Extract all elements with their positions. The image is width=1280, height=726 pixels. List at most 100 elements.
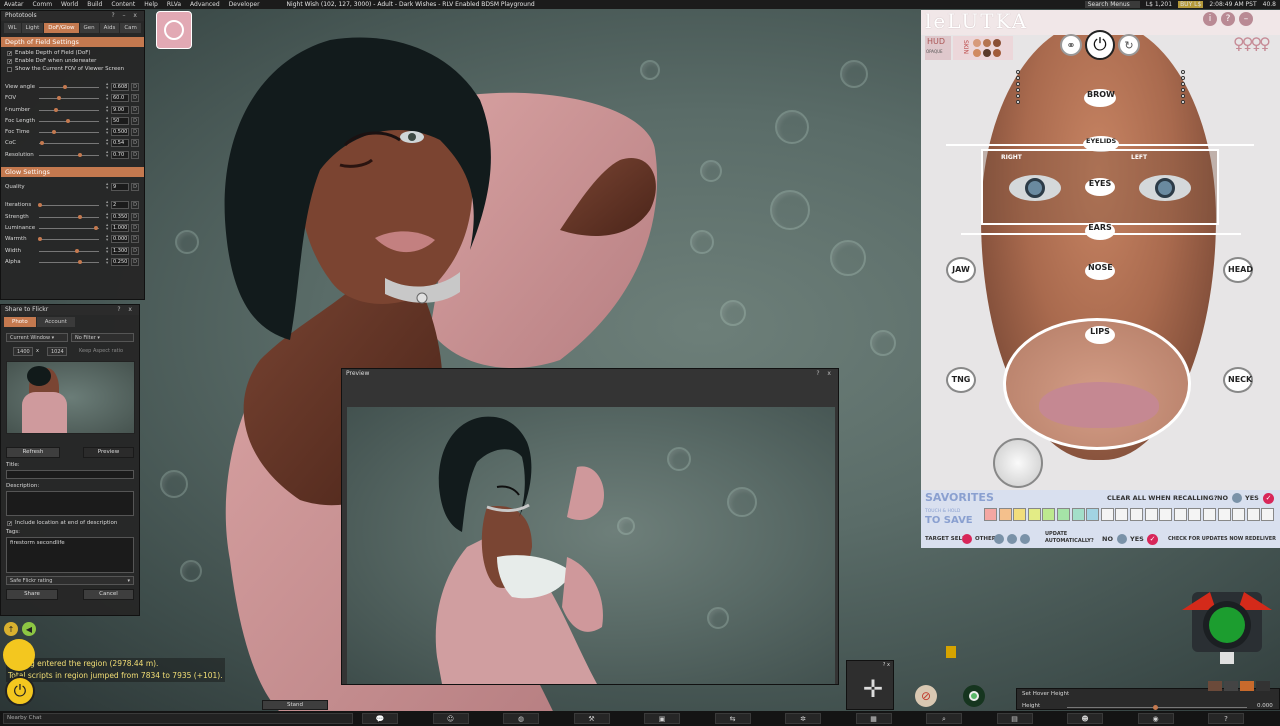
menu-developer[interactable]: Developer — [229, 1, 260, 8]
glow-value[interactable]: 0.350 — [111, 212, 129, 221]
tab-dof-glow[interactable]: DoF/Glow — [44, 23, 79, 33]
spinner-arrows[interactable]: ▴ ▾ — [106, 223, 108, 232]
favorite-slot[interactable] — [1203, 508, 1216, 521]
height-field[interactable]: 1024 — [47, 347, 67, 356]
tab-aids[interactable]: Aids — [99, 23, 120, 33]
rating-dropdown[interactable]: Safe Flickr rating ▾ — [6, 576, 134, 585]
glow-value[interactable]: 0.000 — [111, 235, 129, 244]
snapshot-icon[interactable]: ▣ — [644, 713, 680, 724]
dof-value[interactable]: 0.608 — [111, 83, 129, 91]
favorite-slot[interactable] — [1115, 508, 1129, 521]
brow-dots-left[interactable] — [1016, 70, 1020, 104]
favorite-slot[interactable] — [998, 508, 1012, 521]
quality-value[interactable]: 9 — [111, 183, 129, 192]
yellow-hud-button[interactable] — [946, 646, 956, 658]
help-icon[interactable]: ? — [1221, 12, 1235, 26]
compass-icon[interactable]: ↑ — [4, 622, 18, 636]
checkbox-box[interactable]: ✓ — [7, 520, 12, 526]
chat-bubble-icon[interactable]: 💬 — [362, 713, 398, 724]
toggle-off-icon[interactable] — [1117, 534, 1127, 544]
link-icon[interactable]: ⚭ — [1060, 34, 1082, 56]
other-slot-2[interactable] — [1007, 534, 1017, 544]
include-location-checkbox[interactable]: ✓ Include location at end of description — [7, 520, 117, 526]
slider-knob[interactable] — [75, 248, 79, 253]
menu-advanced[interactable]: Advanced — [190, 1, 220, 8]
profile-icon[interactable]: ☻ — [1067, 713, 1103, 724]
clear-yes[interactable]: YES — [1245, 494, 1259, 502]
preview-titlebar[interactable]: Preview ? x — [342, 369, 838, 379]
glow-slider[interactable] — [39, 227, 99, 229]
dof-slider[interactable] — [39, 87, 99, 88]
hud-opaque-block[interactable]: HUD OPAQUE — [925, 36, 951, 60]
check-icon[interactable]: ✓ — [1263, 493, 1274, 504]
favorite-slot[interactable] — [1217, 508, 1231, 521]
spinner-arrows[interactable]: ▴ ▾ — [106, 246, 108, 255]
preview-button[interactable]: Preview — [83, 447, 134, 458]
dof-value[interactable]: 60.0 — [111, 94, 129, 103]
camera-controls[interactable]: ? x ✛ — [846, 660, 894, 710]
stand-button[interactable]: Stand — [262, 700, 328, 710]
favorite-slot[interactable] — [1027, 508, 1041, 521]
flickr-logo-badge[interactable] — [156, 11, 192, 49]
build-icon[interactable]: ⚒ — [573, 713, 610, 724]
teeth-circle[interactable] — [993, 438, 1043, 488]
tab-gen[interactable]: Gen — [79, 23, 99, 33]
default-button[interactable]: D — [131, 139, 139, 148]
location-title[interactable]: Night Wish (102, 127, 3000) - Adult - Da… — [287, 1, 535, 8]
show-fov-checkbox[interactable]: Show the Current FOV of Viewer Screen — [7, 66, 138, 72]
spinner-arrows[interactable]: ▴ ▾ — [106, 150, 108, 159]
slider-knob[interactable] — [63, 85, 67, 89]
skin-swatches[interactable]: SKIN — [953, 36, 1013, 60]
glow-slider[interactable] — [39, 239, 99, 241]
redeliver-button[interactable]: REDELIVER — [1245, 536, 1276, 542]
target-self-radio[interactable] — [962, 534, 972, 544]
share-button[interactable]: Share — [6, 589, 58, 600]
glow-value[interactable]: 0.250 — [111, 257, 129, 266]
spinner-arrows[interactable]: ▴ ▾ — [106, 182, 108, 191]
dof-value[interactable]: 0.70 — [111, 150, 129, 159]
hover-height-value[interactable]: 0.000 — [1257, 703, 1273, 709]
title-input[interactable] — [6, 470, 134, 479]
brow-dots-right[interactable] — [1181, 70, 1185, 104]
default-button[interactable]: D — [131, 105, 139, 114]
menu-rlva[interactable]: RLVa — [167, 1, 181, 8]
update-yes[interactable]: YES — [1130, 535, 1144, 543]
panel-controls[interactable]: ? x — [117, 306, 135, 313]
dof-value[interactable]: 0.54 — [111, 139, 129, 148]
favorite-slot[interactable] — [1173, 508, 1187, 521]
power-icon[interactable]: ⏻ — [1085, 30, 1115, 60]
checkbox-box[interactable]: ✓ — [7, 50, 12, 56]
dof-slider[interactable] — [39, 132, 99, 134]
glow-slider[interactable] — [39, 205, 99, 207]
favorite-slot[interactable] — [1261, 508, 1275, 521]
favorite-slot[interactable] — [1013, 508, 1027, 521]
favorite-slot[interactable] — [1144, 508, 1158, 521]
default-button[interactable]: D — [131, 150, 139, 159]
favorite-slot[interactable] — [1086, 508, 1100, 521]
cancel-button[interactable]: Cancel — [83, 589, 134, 600]
spinner-arrows[interactable]: ▴ ▾ — [106, 139, 108, 148]
flickr-titlebar[interactable]: Share to Flickr ? x — [1, 305, 139, 315]
head-button[interactable]: HEAD — [1223, 257, 1253, 283]
favorite-slot[interactable] — [1130, 508, 1143, 521]
tags-input[interactable]: firestorm secondlife — [6, 537, 134, 573]
pose-stand-icon[interactable]: ⊘ — [915, 685, 937, 707]
gender-silhouettes[interactable]: ♀♀♀♀ — [1233, 34, 1278, 56]
reset-icon[interactable]: ↻ — [1118, 34, 1140, 56]
menu-avatar[interactable]: Avatar — [4, 1, 23, 8]
dof-value[interactable]: 50 — [111, 116, 129, 125]
slider-knob[interactable] — [78, 214, 82, 219]
dof-enable-checkbox[interactable]: ✓ Enable Depth of Field (DoF) — [7, 50, 138, 56]
check-icon[interactable]: ✓ — [1147, 534, 1158, 545]
source-dropdown[interactable]: Current Window ▾ — [6, 333, 68, 342]
settings-icon[interactable]: ✲ — [785, 713, 821, 724]
aiming-hud[interactable] — [1180, 580, 1274, 670]
menu-comm[interactable]: Comm — [32, 1, 52, 8]
stand-icon[interactable] — [3, 639, 35, 671]
camera-pan-icon[interactable]: ✛ — [855, 671, 891, 707]
update-no[interactable]: NO — [1102, 535, 1113, 543]
panel-controls[interactable]: ? x — [883, 662, 890, 668]
neck-button[interactable]: NECK — [1223, 367, 1253, 393]
jaw-button[interactable]: JAW — [946, 257, 976, 283]
slider-knob[interactable] — [78, 259, 82, 264]
